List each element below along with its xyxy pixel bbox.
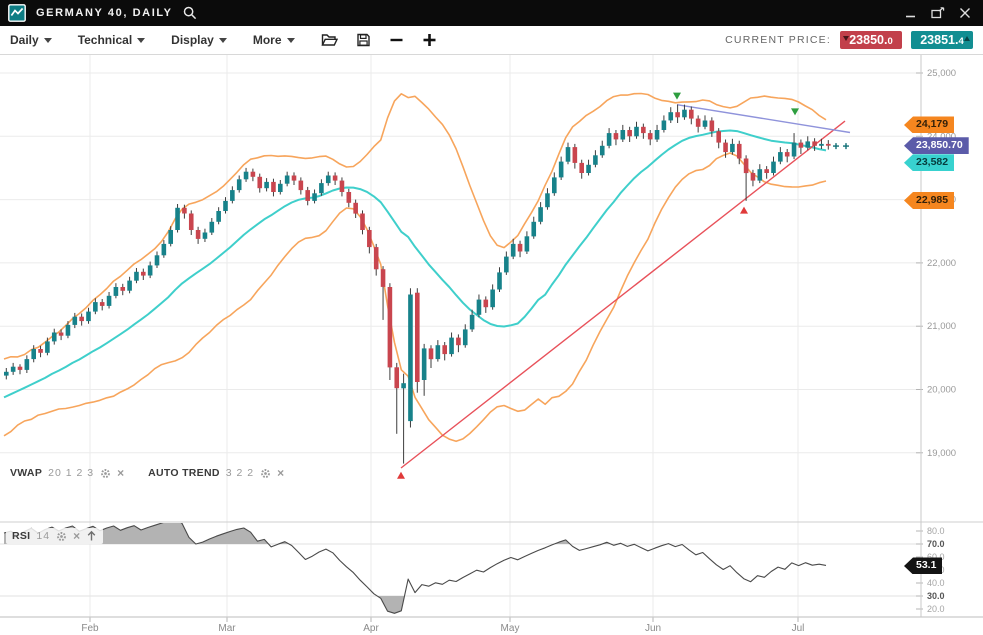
svg-text:Apr: Apr xyxy=(363,623,379,634)
menu-technical[interactable]: Technical xyxy=(78,33,145,47)
chevron-down-icon xyxy=(219,38,227,43)
title-bar: GERMANY 40, DAILY xyxy=(0,0,983,26)
chart-canvas[interactable]: 25,00024,00023,00022,00021,00020,00019,0… xyxy=(0,55,983,635)
auto-trend-remove-icon[interactable]: × xyxy=(277,468,284,478)
vwap-remove-icon[interactable]: × xyxy=(117,468,124,478)
svg-text:Feb: Feb xyxy=(81,623,99,634)
svg-text:25,000: 25,000 xyxy=(927,68,956,79)
close-button[interactable] xyxy=(959,7,971,19)
tick-down-icon xyxy=(843,36,849,41)
zoom-in-icon[interactable] xyxy=(422,33,437,47)
rsi-move-up-icon[interactable] xyxy=(86,530,97,542)
svg-text:80.0: 80.0 xyxy=(927,526,945,536)
vwap-settings-gear-icon[interactable] xyxy=(100,468,111,479)
svg-text:20.0: 20.0 xyxy=(927,604,945,614)
svg-text:Jul: Jul xyxy=(792,623,805,634)
svg-text:Jun: Jun xyxy=(645,623,661,634)
rsi-indicator-label: RSI 14 × xyxy=(6,528,103,544)
open-folder-icon[interactable] xyxy=(321,33,338,47)
minimize-button[interactable] xyxy=(905,7,917,19)
svg-text:40.0: 40.0 xyxy=(927,578,945,588)
menu-display[interactable]: Display xyxy=(171,33,227,47)
chart-area: 25,00024,00023,00022,00021,00020,00019,0… xyxy=(0,55,983,635)
menu-more[interactable]: More xyxy=(253,33,295,47)
upper-band-price-badge: 24,179 xyxy=(904,116,954,133)
rsi-settings-gear-icon[interactable] xyxy=(56,531,67,542)
svg-text:May: May xyxy=(501,623,520,634)
popout-button[interactable] xyxy=(931,7,945,19)
app-logo-icon xyxy=(8,4,26,22)
rsi-remove-icon[interactable]: × xyxy=(73,531,80,541)
zoom-out-icon[interactable] xyxy=(389,33,404,47)
svg-text:19,000: 19,000 xyxy=(927,448,956,459)
vwap-indicator-label: VWAP 20 1 2 3 × AUTO TREND 3 2 2 × xyxy=(10,467,284,479)
chevron-down-icon xyxy=(44,38,52,43)
buy-price-badge[interactable]: 23851.4 xyxy=(911,31,973,49)
tick-up-icon xyxy=(964,36,970,41)
svg-text:22,000: 22,000 xyxy=(927,258,956,269)
svg-text:20,000: 20,000 xyxy=(927,385,956,396)
last-price-badge: 23,850.70 xyxy=(904,137,969,154)
chevron-down-icon xyxy=(137,38,145,43)
sell-price-badge[interactable]: 23850.0 xyxy=(840,31,902,49)
svg-text:30.0: 30.0 xyxy=(927,591,945,601)
search-icon[interactable] xyxy=(183,6,197,20)
trading-app-window: GERMANY 40, DAILY Daily Technical xyxy=(0,0,983,635)
svg-text:Mar: Mar xyxy=(218,623,236,634)
svg-text:21,000: 21,000 xyxy=(927,321,956,332)
toolbar: Daily Technical Display More xyxy=(0,26,983,55)
vwap-price-badge: 23,582 xyxy=(904,154,954,171)
save-icon[interactable] xyxy=(356,33,371,47)
auto-trend-settings-gear-icon[interactable] xyxy=(260,468,271,479)
svg-text:70.0: 70.0 xyxy=(927,539,945,549)
chevron-down-icon xyxy=(287,38,295,43)
menu-daily[interactable]: Daily xyxy=(10,33,52,47)
lower-band-price-badge: 22,985 xyxy=(904,192,954,209)
current-price-label: CURRENT PRICE: xyxy=(725,34,831,46)
chart-title: GERMANY 40, DAILY xyxy=(36,7,173,19)
